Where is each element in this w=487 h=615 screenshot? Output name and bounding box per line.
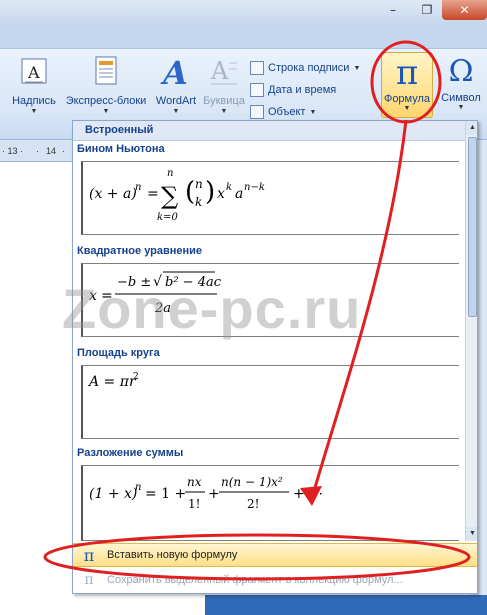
svg-text:A: A [160, 54, 188, 88]
svg-text:k: k [195, 195, 202, 209]
equation-binomial[interactable]: (x + a) n = n ∑ k=0 ( n k ) x k a n−k [81, 161, 459, 235]
quickparts-button[interactable]: Экспресс-блоки ▼ [62, 53, 150, 115]
svg-text:=: = [147, 186, 159, 202]
svg-text:(: ( [185, 177, 195, 207]
svg-text:k=0: k=0 [157, 212, 178, 223]
svg-text:n: n [135, 482, 141, 493]
dropcap-icon: A [202, 53, 246, 89]
binomial-formula: (x + a) n = n ∑ k=0 ( n k ) x k a n−k [89, 168, 265, 223]
scroll-down-arrow-icon[interactable]: ▼ [466, 527, 477, 541]
svg-text:(1 + x): (1 + x) [89, 486, 137, 502]
svg-text:nx: nx [187, 475, 202, 489]
section-title-sum-expansion: Разложение суммы [77, 447, 184, 459]
svg-text:n(n − 1)x²: n(n − 1)x² [221, 475, 283, 489]
wordart-icon: A [150, 53, 202, 89]
section-title-binomial: Бином Ньютона [77, 143, 165, 155]
close-button[interactable]: ✕ [442, 0, 487, 20]
signature-line-button[interactable]: Строка подписи ▼ [250, 57, 360, 79]
equation-sum-expansion[interactable]: (1 + x) n = 1 + nx 1! + n(n − 1)x² 2! + … [81, 465, 459, 541]
status-bar [205, 595, 487, 615]
svg-text:): ) [205, 177, 215, 207]
date-time-icon [250, 83, 264, 97]
section-title-quadratic: Квадратное уравнение [77, 245, 203, 257]
save-pi-icon: π [84, 572, 94, 588]
wordart-button[interactable]: A WordArt ▼ [150, 53, 202, 115]
quickparts-icon [62, 53, 150, 89]
sum-expansion-formula: (1 + x) n = 1 + nx 1! + n(n − 1)x² 2! + … [89, 475, 323, 511]
ribbon-tab-row: ? [0, 24, 487, 68]
object-icon [250, 105, 264, 119]
scroll-up-arrow-icon[interactable]: ▲ [466, 121, 477, 135]
svg-text:A: A [210, 57, 229, 85]
svg-text:A = πr: A = πr [87, 374, 137, 390]
svg-text:x: x [217, 186, 225, 202]
svg-text:1!: 1! [188, 497, 200, 511]
svg-text:n: n [195, 177, 203, 191]
textbox-icon: A [8, 53, 60, 89]
svg-text:n−k: n−k [244, 182, 265, 193]
svg-text:n: n [167, 168, 173, 179]
watermark: Zone-pc.ru [62, 277, 362, 340]
maximize-button[interactable]: ❐ [412, 0, 442, 20]
title-bar: – ❐ ✕ [0, 0, 487, 24]
section-title-circle-area: Площадь круга [77, 347, 160, 359]
svg-text:= 1 +: = 1 + [145, 486, 186, 502]
symbol-button[interactable]: Ω Символ ▼ [436, 52, 486, 118]
svg-text:k: k [226, 182, 232, 193]
svg-text:A: A [27, 63, 40, 82]
svg-text:(x + a): (x + a) [89, 186, 137, 202]
minimize-button[interactable]: – [378, 0, 408, 20]
svg-text:a: a [235, 186, 243, 202]
dropcap-button[interactable]: A Буквица ▼ [202, 53, 246, 115]
gallery-scrollbar[interactable]: ▲ ▼ [465, 121, 477, 541]
gallery-header: Встроенный [73, 121, 465, 141]
small-buttons-list: Строка подписи ▼ Дата и время Объект ▼ [250, 57, 360, 123]
equation-gallery: Встроенный Бином Ньютона (x + a) n = n ∑… [72, 120, 478, 594]
textbox-button[interactable]: A Надпись ▼ [8, 53, 60, 115]
circle-area-formula: A = πr 2 [87, 372, 139, 390]
svg-text:+ ⋯: + ⋯ [293, 486, 323, 502]
svg-text:+: + [208, 486, 220, 502]
insert-new-formula-button[interactable]: π Вставить новую формулу [73, 543, 477, 567]
omega-icon: Ω [448, 54, 474, 89]
svg-text:n: n [135, 182, 141, 193]
scroll-thumb[interactable] [468, 137, 477, 317]
svg-text:∑: ∑ [161, 182, 178, 210]
pi-icon: π [83, 545, 95, 565]
date-time-button[interactable]: Дата и время [250, 79, 360, 101]
svg-text:2!: 2! [247, 497, 259, 511]
svg-text:2: 2 [133, 372, 139, 382]
formula-button[interactable]: π Формула ▼ [381, 52, 433, 118]
signature-line-icon [250, 61, 264, 75]
save-to-gallery-button[interactable]: π Сохранить выделенный фрагмент в коллек… [73, 569, 477, 591]
equation-circle-area[interactable]: A = πr 2 [81, 365, 459, 439]
pi-icon: π [395, 53, 419, 93]
